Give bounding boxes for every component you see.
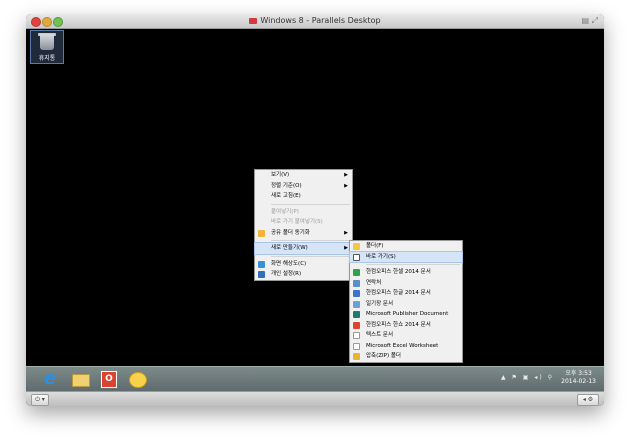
window-title-text: Windows 8 - Parallels Desktop bbox=[260, 16, 381, 25]
office-logo: O bbox=[101, 371, 117, 388]
menu-item-paste[interactable]: 붙여넣기(P) bbox=[255, 207, 352, 218]
submenu-item-journal[interactable]: 일기장 문서 bbox=[350, 299, 462, 310]
hangul-icon bbox=[353, 290, 360, 297]
folder-shape bbox=[72, 374, 90, 387]
parallels-logo-icon bbox=[249, 18, 258, 24]
menu-separator bbox=[271, 255, 350, 257]
display-icon bbox=[258, 260, 265, 268]
menu-item-label: 바로 가기 붙여넣기(S) bbox=[271, 219, 323, 225]
submenu-item-label: Microsoft Excel Worksheet bbox=[366, 342, 439, 349]
menu-item-screen-resolution[interactable]: 화면 해상도(C) bbox=[255, 259, 352, 270]
submenu-item-zip-folder[interactable]: 압축(ZIP) 폴더 bbox=[350, 351, 462, 362]
chat-messenger-icon[interactable] bbox=[128, 370, 148, 388]
fullscreen-icon[interactable]: ▤ ⤢ bbox=[581, 16, 598, 26]
new-submenu: 폴더(F) 바로 가기(S) 한컴오피스 한셀 2014 문서 연락처 한컴오피… bbox=[349, 240, 463, 363]
submenu-item-label: 한컴오피스 한글 2014 문서 bbox=[366, 290, 431, 296]
taskbar-clock[interactable]: 오후 3:53 2014-02-13 bbox=[561, 370, 596, 386]
submenu-item-label: 텍스트 문서 bbox=[366, 332, 394, 338]
journal-icon bbox=[353, 300, 360, 308]
submenu-item-folder[interactable]: 폴더(F) bbox=[350, 241, 462, 252]
menu-item-label: 공유 폴더 동기화 bbox=[271, 229, 310, 236]
menu-item-label: 개인 설정(R) bbox=[271, 271, 302, 277]
menu-separator bbox=[271, 240, 350, 241]
menu-separator bbox=[271, 203, 350, 205]
sync-icon bbox=[258, 229, 265, 237]
submenu-item-text-doc[interactable]: 텍스트 문서 bbox=[350, 330, 462, 341]
folder-icon bbox=[353, 243, 360, 250]
submenu-item-label: 압축(ZIP) 폴더 bbox=[366, 353, 401, 359]
window-title: Windows 8 - Parallels Desktop bbox=[26, 15, 604, 27]
menu-item-label: 화면 해상도(C) bbox=[271, 260, 307, 267]
submenu-item-label: Microsoft Publisher Document bbox=[366, 311, 449, 317]
internet-explorer-icon[interactable]: e bbox=[40, 370, 60, 388]
personalize-icon bbox=[258, 271, 265, 278]
windows-taskbar: e O ▲ ⚑ ▣ ◂) ⚲ 오후 3:53 2014-02-13 bbox=[26, 366, 604, 391]
submenu-item-contact[interactable]: 연락처 bbox=[350, 278, 462, 289]
publisher-icon bbox=[353, 311, 360, 318]
zip-folder-icon bbox=[353, 353, 360, 360]
submenu-item-hangul[interactable]: 한컴오피스 한글 2014 문서 bbox=[350, 288, 462, 299]
menu-item-personalize[interactable]: 개인 설정(R) bbox=[255, 269, 352, 280]
messenger-face bbox=[129, 372, 147, 388]
clock-date: 2014-02-13 bbox=[561, 378, 596, 385]
submenu-item-excel[interactable]: Microsoft Excel Worksheet bbox=[350, 341, 462, 352]
menu-item-new[interactable]: 새로 만들기(W) ▶ bbox=[254, 242, 353, 255]
devices-settings-button[interactable]: ◂ ⚙ bbox=[577, 394, 599, 406]
hancell-icon bbox=[353, 269, 360, 276]
excel-icon bbox=[353, 342, 360, 350]
submenu-item-label: 바로 가기(S) bbox=[366, 253, 396, 260]
menu-item-sync-shared-folders[interactable]: 공유 폴더 동기화 ▶ bbox=[255, 228, 352, 239]
menu-item-label: 붙여넣기(P) bbox=[271, 208, 299, 215]
parallels-status-bar: ⏻ ▾ ◂ ⚙ bbox=[26, 391, 604, 406]
menu-item-view[interactable]: 보기(V) ▶ bbox=[255, 170, 352, 181]
power-button[interactable]: ⏻ ▾ bbox=[31, 394, 49, 406]
recycle-bin-icon bbox=[40, 34, 54, 50]
submenu-item-label: 연락처 bbox=[366, 279, 382, 286]
menu-item-label: 새로 만들기(W) bbox=[271, 245, 308, 251]
desktop-context-menu: 보기(V) ▶ 정렬 기준(O) ▶ 새로 고침(E) 붙여넣기(P) 바로 가기 … bbox=[254, 169, 353, 281]
menu-item-refresh[interactable]: 새로 고침(E) bbox=[255, 191, 352, 202]
recycle-bin[interactable]: 휴지통 bbox=[30, 30, 64, 64]
submenu-item-label: 한컴오피스 한셀 2014 문서 bbox=[366, 269, 431, 275]
submenu-item-label: 폴더(F) bbox=[366, 243, 384, 249]
submenu-arrow-icon: ▶ bbox=[344, 172, 348, 178]
title-bar: Windows 8 - Parallels Desktop ▤ ⤢ bbox=[26, 14, 604, 29]
submenu-arrow-icon: ▶ bbox=[344, 245, 348, 251]
submenu-item-publisher[interactable]: Microsoft Publisher Document bbox=[350, 309, 462, 320]
menu-separator bbox=[366, 264, 460, 265]
shortcut-icon bbox=[353, 253, 360, 261]
hanshow-icon bbox=[353, 321, 360, 329]
text-doc-icon bbox=[353, 332, 360, 339]
menu-item-label: 보기(V) bbox=[271, 172, 290, 178]
contact-icon bbox=[353, 279, 360, 287]
menu-item-label: 정렬 기준(O) bbox=[271, 182, 302, 189]
submenu-arrow-icon: ▶ bbox=[344, 229, 348, 236]
parallels-window: Windows 8 - Parallels Desktop ▤ ⤢ 휴지통 보기… bbox=[26, 14, 604, 406]
office-icon[interactable]: O bbox=[99, 370, 119, 388]
submenu-item-hancell[interactable]: 한컴오피스 한셀 2014 문서 bbox=[350, 267, 462, 278]
recycle-bin-label: 휴지통 bbox=[38, 55, 56, 62]
file-explorer-icon[interactable] bbox=[70, 370, 90, 388]
submenu-arrow-icon: ▶ bbox=[344, 182, 348, 189]
menu-item-paste-shortcut[interactable]: 바로 가기 붙여넣기(S) bbox=[255, 217, 352, 228]
windows-desktop[interactable]: 휴지통 보기(V) ▶ 정렬 기준(O) ▶ 새로 고침(E) 붙여넣기(P) 바로… bbox=[26, 29, 604, 381]
submenu-item-label: 한컴오피스 한쇼 2014 문서 bbox=[366, 321, 431, 328]
clock-time: 오후 3:53 bbox=[565, 370, 592, 377]
submenu-item-hanshow[interactable]: 한컴오피스 한쇼 2014 문서 bbox=[350, 320, 462, 331]
submenu-item-label: 일기장 문서 bbox=[366, 300, 394, 307]
system-tray-icons[interactable]: ▲ ⚑ ▣ ◂) ⚲ bbox=[501, 374, 554, 381]
menu-item-label: 새로 고침(E) bbox=[271, 193, 301, 199]
menu-item-sort-by[interactable]: 정렬 기준(O) ▶ bbox=[255, 181, 352, 192]
submenu-item-shortcut[interactable]: 바로 가기(S) bbox=[349, 250, 463, 263]
